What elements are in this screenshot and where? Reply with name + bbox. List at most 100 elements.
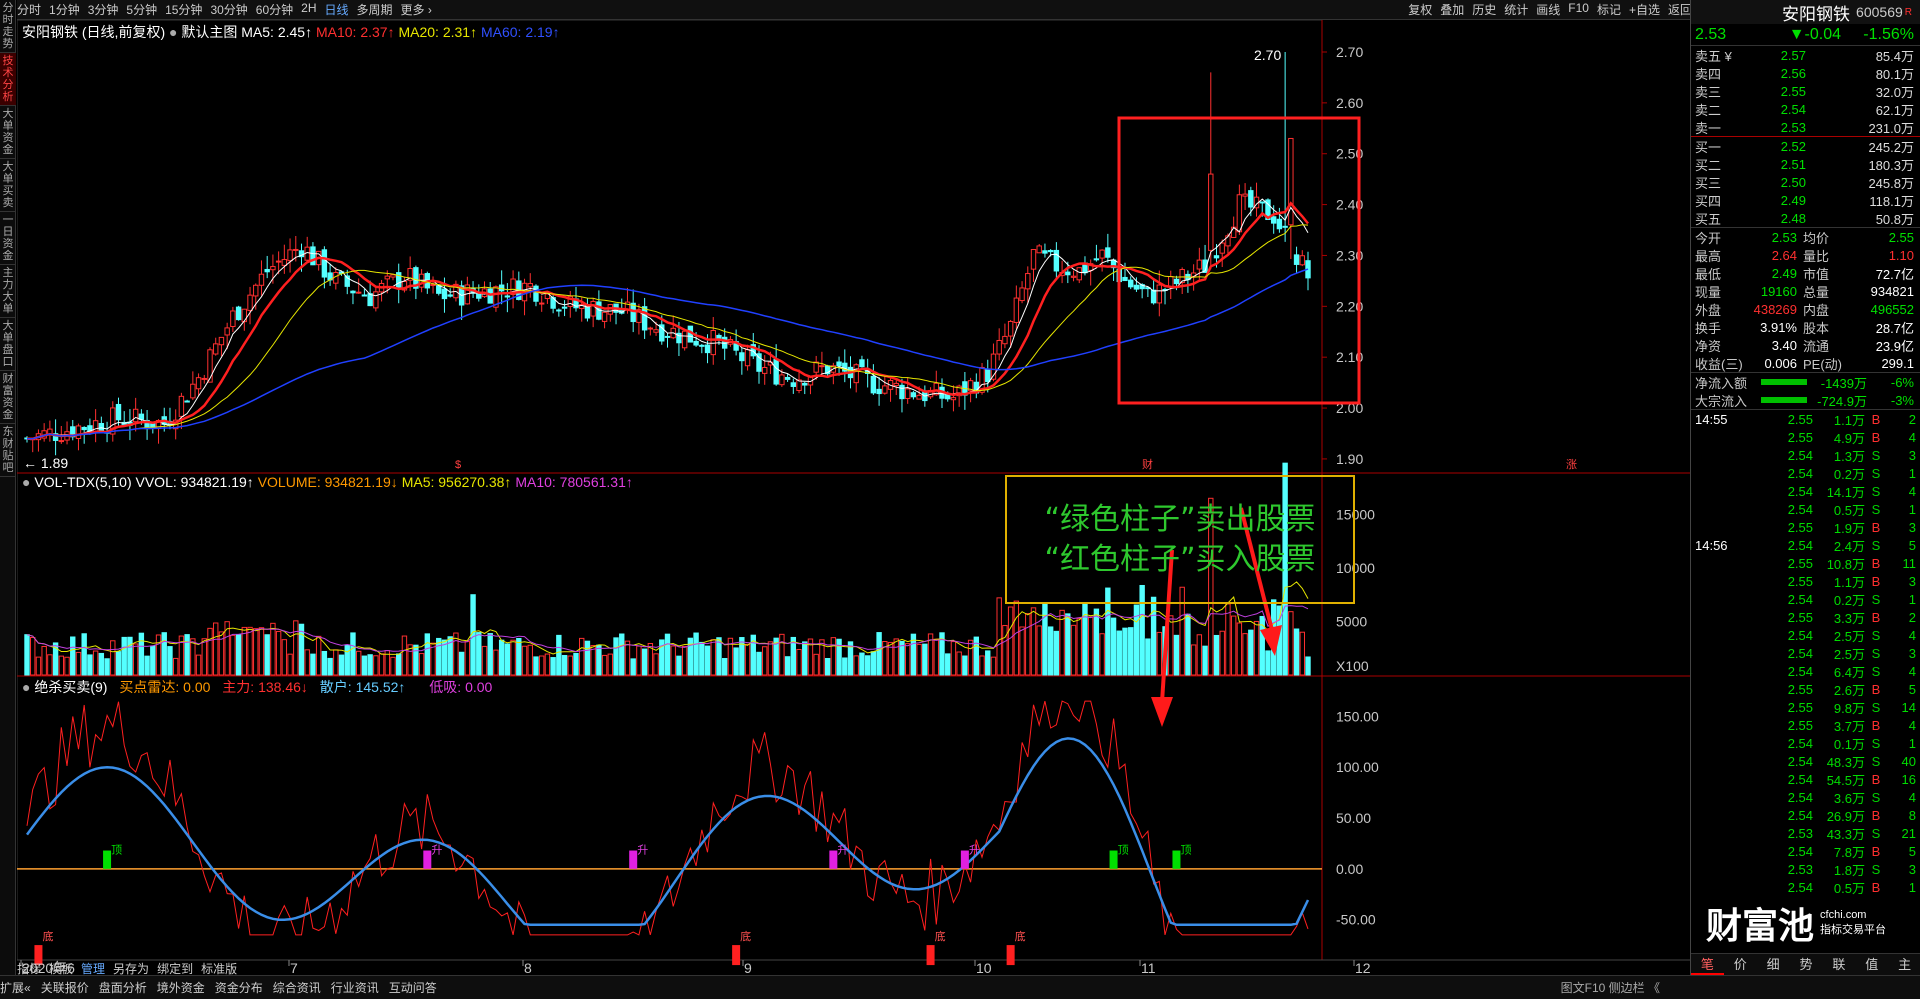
candle-body (1270, 216, 1277, 224)
stat-label: 换手 (1695, 320, 1722, 336)
side-tab[interactable]: 大单资金 (0, 106, 16, 159)
fund-flows: 净流入额 -1439万 -6% 大宗流入 -724.9万 -3% (1691, 372, 1920, 409)
side-tab[interactable]: 技术分析 (0, 53, 16, 106)
volume-bar (1265, 650, 1271, 676)
candle-body (693, 340, 699, 346)
main-chart-legend: 安阳钢铁 (日线,前复权) ● 默认主图 MA5: 2.45↑ MA10: 2.… (22, 22, 560, 42)
period-tab[interactable]: 日线 (325, 1, 349, 18)
volume-bar (693, 632, 699, 676)
last-price: 2.53 (1695, 25, 1727, 43)
volume-bar (601, 654, 608, 676)
side-tab[interactable]: 一日资金 (0, 212, 16, 265)
candle-body (230, 310, 236, 327)
side-tab[interactable]: 主力大单 (0, 265, 16, 318)
candle-body (1122, 276, 1128, 282)
bottom-tab[interactable]: 资金分布 (215, 979, 263, 996)
period-tab[interactable]: 2H (301, 1, 316, 18)
candle-body (556, 309, 562, 312)
tick-count: 40 (1901, 753, 1916, 769)
flow-row: 大宗流入 -724.9万 -3% (1691, 391, 1920, 409)
ma60-label: MA60: 2.19↑ (480, 24, 560, 40)
tool-button[interactable]: 返回 (1668, 1, 1692, 18)
period-tab[interactable]: 分时 (17, 1, 41, 18)
tick-volume: 2.4万 (1833, 538, 1865, 554)
volume-bar (230, 634, 236, 676)
buy-signal-label: 底 (935, 929, 946, 943)
template-label[interactable]: 默认主图 (181, 24, 237, 40)
volume-bar (75, 651, 82, 676)
vol-tick-label: 5000 (1336, 613, 1367, 629)
indicator-tab[interactable]: 管理 (81, 960, 105, 976)
period-tab[interactable]: 1分钟 (49, 1, 80, 18)
volume-bar (310, 653, 316, 676)
side-tab[interactable]: 财富资金 (0, 371, 16, 424)
quote-tab[interactable]: 笔 (1691, 954, 1724, 975)
tick-row: 2.55 2.6万 B 5 (1691, 680, 1920, 698)
side-tab[interactable]: 东财贴吧 (0, 424, 16, 477)
quote-tab[interactable]: 细 (1757, 954, 1790, 975)
tool-button[interactable]: +自选 (1629, 1, 1660, 18)
vol-unit-label: X100 (1336, 658, 1369, 674)
period-tab[interactable]: 5分钟 (126, 1, 157, 18)
tool-button[interactable]: 复权 (1408, 1, 1432, 18)
ma20-label: MA20: 2.31↑ (398, 24, 478, 40)
bottom-tab[interactable]: 互动问答 (389, 979, 437, 996)
volume-bar (624, 640, 631, 676)
bottom-right-link[interactable]: 图文F10 侧边栏 《 (1561, 979, 1660, 996)
candle-body (373, 291, 379, 309)
candle-body (853, 364, 859, 384)
period-tab[interactable]: 多周期 (357, 1, 393, 18)
tool-button[interactable]: 统计 (1504, 1, 1528, 18)
quote-tab[interactable]: 主 (1888, 954, 1920, 975)
candle-body (430, 283, 436, 286)
tool-button[interactable]: 历史 (1472, 1, 1496, 18)
side-tab[interactable]: 大单买卖 (0, 159, 16, 212)
volume-bar (1116, 630, 1122, 676)
bottom-tab[interactable]: 盘面分析 (99, 979, 147, 996)
indicator-tab[interactable]: 另存为 (113, 960, 149, 976)
tick-side: S (1871, 447, 1881, 463)
volume-bar (41, 645, 47, 676)
bottom-tab[interactable]: 扩展« (0, 979, 31, 996)
quote-tab[interactable]: 价 (1724, 954, 1757, 975)
period-tab[interactable]: 60分钟 (256, 1, 293, 18)
tool-button[interactable]: 标记 (1597, 1, 1621, 18)
bottom-tab[interactable]: 关联报价 (41, 979, 89, 996)
tick-row: 2.53 1.8万 S 3 (1691, 860, 1920, 878)
indicator-tab[interactable]: 标准版 (201, 960, 237, 976)
tick-row: 2.55 9.8万 S 14 (1691, 698, 1920, 716)
period-tab[interactable]: 15分钟 (165, 1, 202, 18)
volume-bar (436, 637, 442, 676)
flow-bar (1761, 397, 1807, 403)
level-volume: 118.1万 (1869, 193, 1914, 209)
stat-value: 2.49 (1771, 265, 1797, 281)
volume-bar (756, 651, 762, 676)
bottom-tab[interactable]: 行业资讯 (331, 979, 379, 996)
quote-tab[interactable]: 联 (1822, 954, 1855, 975)
stock-chart[interactable]: 2.702.602.502.402.302.202.102.001.902.70… (17, 20, 1690, 975)
watermark: 财富池 cfchi.com 指标交易平台 (1706, 898, 1896, 948)
tool-button[interactable]: F10 (1568, 1, 1589, 18)
side-tab[interactable]: 分时走势 (0, 0, 16, 53)
bottom-tab[interactable]: 境外资金 (157, 979, 205, 996)
volume-bar (613, 637, 619, 676)
quote-tab[interactable]: 势 (1790, 954, 1823, 975)
ind-tick-label: -50.00 (1336, 912, 1376, 928)
ind-buy: 买点雷达: 0.00 (119, 679, 211, 695)
tool-button[interactable]: 画线 (1536, 1, 1560, 18)
candle-body (390, 274, 396, 278)
period-tab[interactable]: 30分钟 (210, 1, 247, 18)
side-tab[interactable]: 大单盘口 (0, 318, 16, 371)
quote-tab[interactable]: 值 (1855, 954, 1888, 975)
indicator-tab[interactable]: 模板 (49, 960, 73, 976)
candle-body (218, 336, 225, 346)
bottom-tab[interactable]: 综合资讯 (273, 979, 321, 996)
indicator-tab[interactable]: 绑定到 (157, 960, 193, 976)
ind-tick-label: 50.00 (1336, 810, 1371, 826)
tool-button[interactable]: 叠加 (1440, 1, 1464, 18)
period-tab[interactable]: 3分钟 (88, 1, 119, 18)
period-tab[interactable]: 更多 › (401, 1, 432, 18)
indicator-tab[interactable]: 指标 (17, 960, 41, 976)
tick-time: 14:56 (1695, 537, 1728, 553)
volume-bar (1253, 620, 1260, 676)
